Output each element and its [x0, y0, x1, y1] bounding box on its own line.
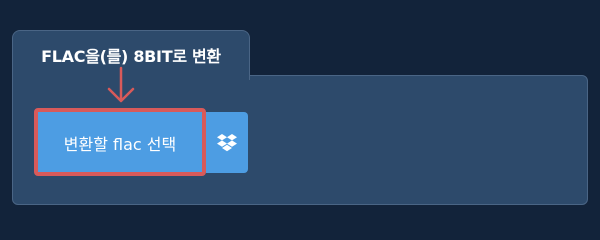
dropbox-button[interactable]: [206, 112, 248, 173]
select-flac-button[interactable]: 변환할 flac 선택: [34, 108, 206, 176]
dropbox-icon: [217, 134, 237, 152]
pointer-arrow-icon: [107, 66, 135, 103]
tab-title: FLAC을(를) 8BIT로 변환: [41, 47, 221, 66]
select-flac-label: 변환할 flac 선택: [63, 135, 177, 154]
converter-widget: FLAC을(를) 8BIT로 변환 변환할 flac 선택: [0, 0, 600, 230]
